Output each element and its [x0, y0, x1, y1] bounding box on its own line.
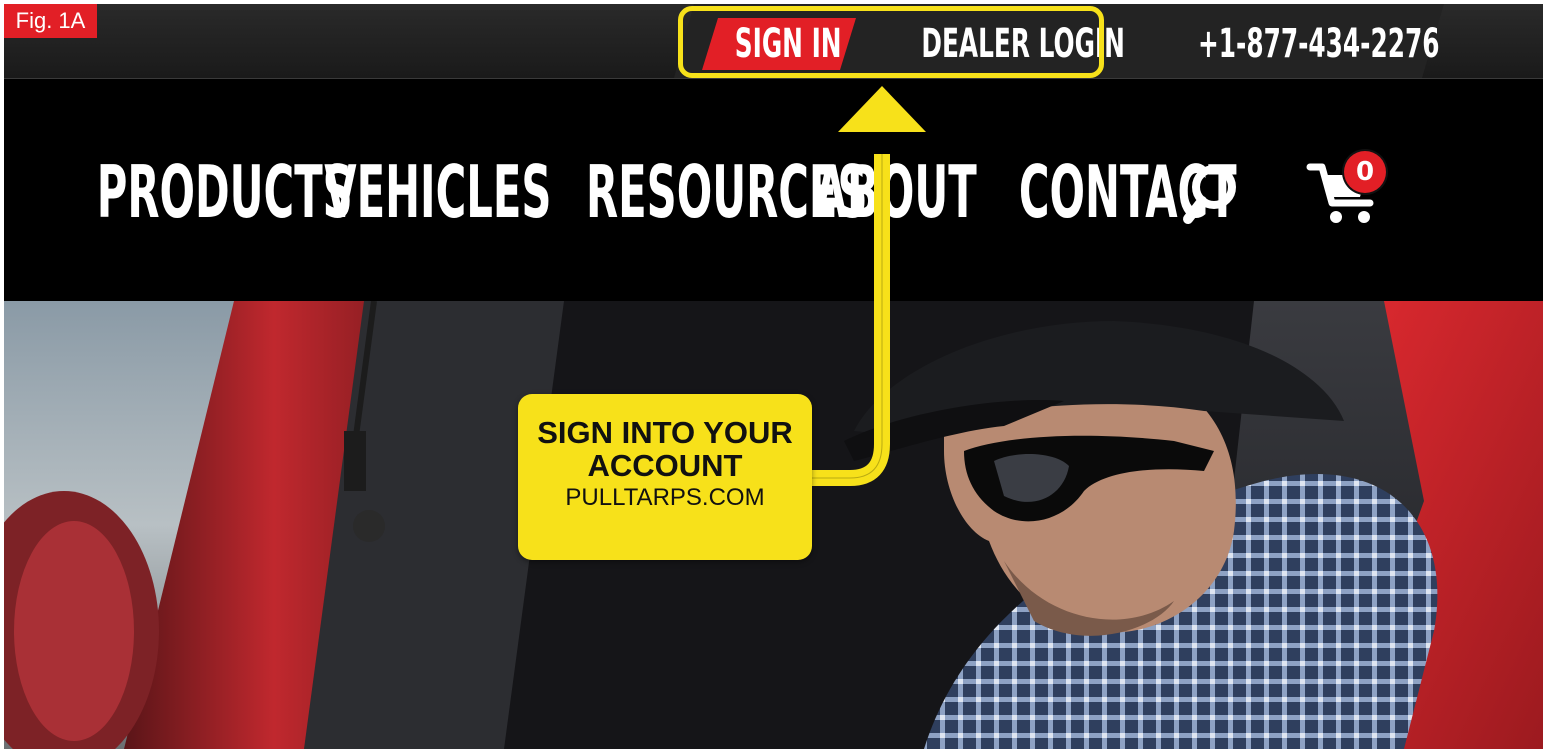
figure-label: Fig. 1A — [4, 4, 97, 38]
website-screenshot: SIGN IN DEALER LOGIN +1-877-434-2276 PRO… — [4, 4, 1543, 749]
callout-subtitle: PULLTARPS.COM — [565, 484, 765, 511]
callout-title-line1: SIGN INTO YOUR — [537, 415, 793, 450]
callout-arrow — [804, 86, 926, 486]
callout-box: SIGN INTO YOUR ACCOUNT PULLTARPS.COM — [518, 394, 812, 560]
callout-title-line2: ACCOUNT — [587, 448, 743, 483]
